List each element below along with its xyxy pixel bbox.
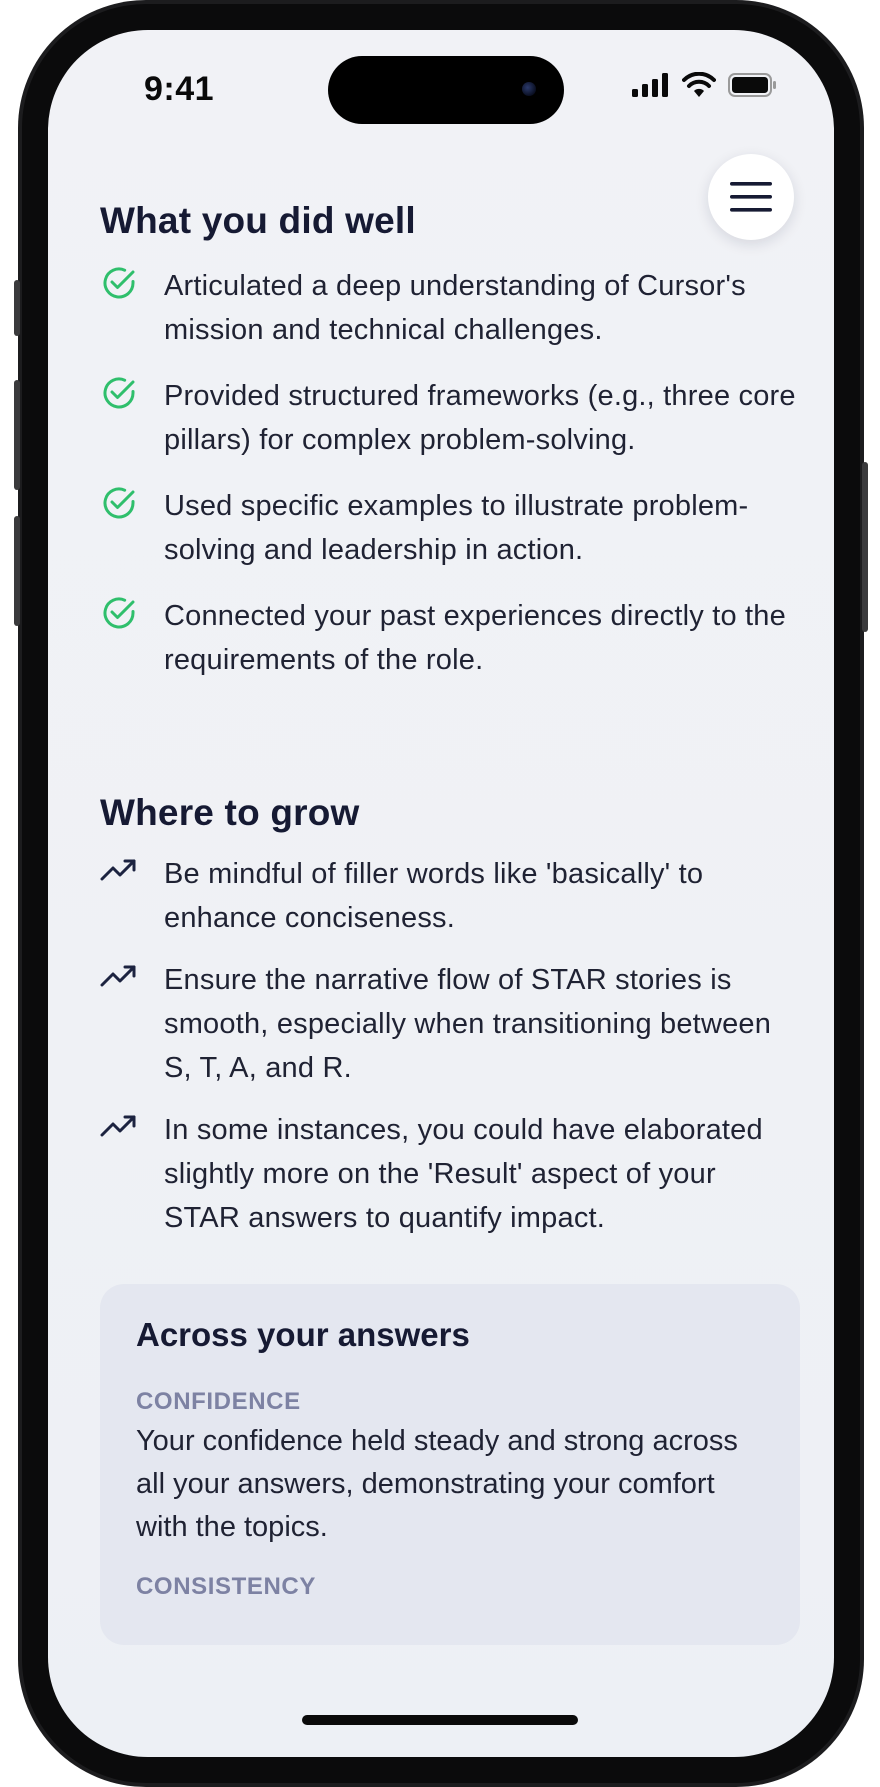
did-well-item-text: Articulated a deep understanding of Curs… xyxy=(164,270,746,346)
grow-item-text: In some instances, you could have elabor… xyxy=(164,1114,763,1234)
check-circle-icon xyxy=(103,487,135,519)
did-well-section: What you did well Articulated a deep und… xyxy=(100,200,800,682)
did-well-item-text: Used specific examples to illustrate pro… xyxy=(164,490,749,566)
status-time: 9:41 xyxy=(144,70,215,108)
home-indicator[interactable] xyxy=(302,1715,578,1725)
grow-item: In some instances, you could have elabor… xyxy=(100,1108,800,1240)
consistency-label: CONSISTENCY xyxy=(136,1573,316,1600)
across-answers-heading: Across your answers xyxy=(136,1316,470,1353)
wifi-icon xyxy=(682,72,716,97)
action-button xyxy=(14,280,20,336)
grow-item-text: Ensure the narrative flow of STAR storie… xyxy=(164,964,772,1084)
trending-up-icon xyxy=(100,1115,136,1137)
status-bar: 9:41 xyxy=(48,30,834,150)
feedback-content: What you did well Articulated a deep und… xyxy=(100,200,800,1645)
did-well-heading: What you did well xyxy=(100,200,416,241)
did-well-item: Articulated a deep understanding of Curs… xyxy=(100,264,800,352)
grow-list: Be mindful of filler words like 'basical… xyxy=(100,852,800,1240)
volume-down-button xyxy=(14,516,20,626)
check-circle-icon xyxy=(103,597,135,629)
did-well-item: Provided structured frameworks (e.g., th… xyxy=(100,374,800,462)
phone-frame: 9:41 What you did well Articulated a dee… xyxy=(14,0,868,1787)
grow-item: Be mindful of filler words like 'basical… xyxy=(100,852,800,940)
battery-icon xyxy=(728,73,776,97)
grow-item: Ensure the narrative flow of STAR storie… xyxy=(100,958,800,1090)
did-well-item-text: Provided structured frameworks (e.g., th… xyxy=(164,380,796,456)
grow-section: Where to grow Be mindful of filler words… xyxy=(100,792,800,1240)
cellular-signal-icon xyxy=(632,73,668,97)
confidence-text: Your confidence held steady and strong a… xyxy=(136,1425,738,1543)
status-icons xyxy=(632,72,778,98)
did-well-item-text: Connected your past experiences directly… xyxy=(164,600,786,676)
trending-up-icon xyxy=(100,859,136,881)
check-circle-icon xyxy=(103,267,135,299)
grow-item-text: Be mindful of filler words like 'basical… xyxy=(164,858,704,934)
grow-heading: Where to grow xyxy=(100,792,360,833)
did-well-list: Articulated a deep understanding of Curs… xyxy=(100,264,800,682)
power-button xyxy=(862,462,868,632)
across-answers-card: Across your answers CONFIDENCE Your conf… xyxy=(100,1284,800,1645)
confidence-label: CONFIDENCE xyxy=(136,1388,301,1415)
screen: 9:41 What you did well Articulated a dee… xyxy=(48,30,834,1757)
trending-up-icon xyxy=(100,965,136,987)
volume-up-button xyxy=(14,380,20,490)
check-circle-icon xyxy=(103,377,135,409)
dynamic-island xyxy=(328,56,564,124)
front-camera-icon xyxy=(522,82,536,96)
did-well-item: Connected your past experiences directly… xyxy=(100,594,800,682)
did-well-item: Used specific examples to illustrate pro… xyxy=(100,484,800,572)
